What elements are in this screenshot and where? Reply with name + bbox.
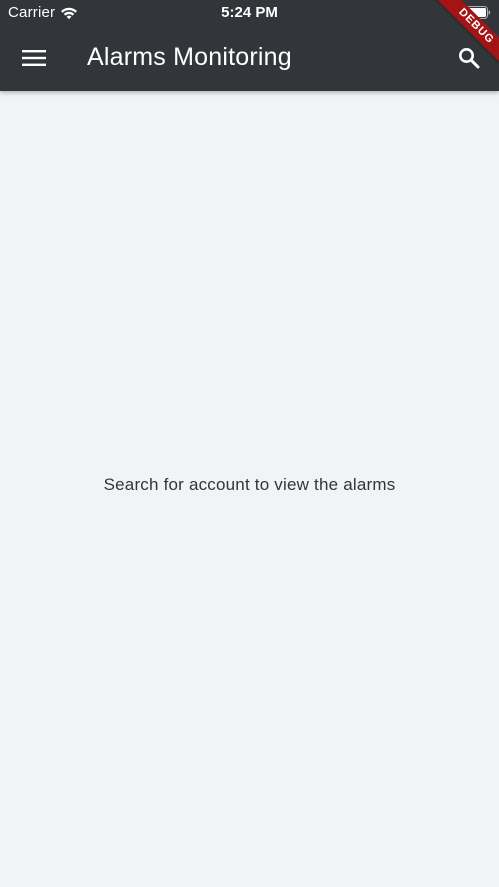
search-icon (459, 48, 480, 69)
page-title: Alarms Monitoring (87, 43, 292, 71)
hamburger-menu-icon (22, 50, 46, 66)
app-header: Carrier 5:24 PM Alarms Monitoring (0, 0, 499, 91)
search-button[interactable] (449, 38, 489, 78)
battery-icon (463, 6, 491, 19)
main-content: Search for account to view the alarms (0, 91, 499, 887)
app-toolbar: Alarms Monitoring (0, 26, 499, 91)
empty-state-message: Search for account to view the alarms (103, 475, 396, 494)
status-bar: Carrier 5:24 PM (0, 0, 499, 26)
status-time: 5:24 PM (221, 4, 278, 21)
menu-button[interactable] (14, 38, 54, 78)
app-screen: Carrier 5:24 PM Alarms Monitoring DEBUG … (0, 0, 499, 887)
